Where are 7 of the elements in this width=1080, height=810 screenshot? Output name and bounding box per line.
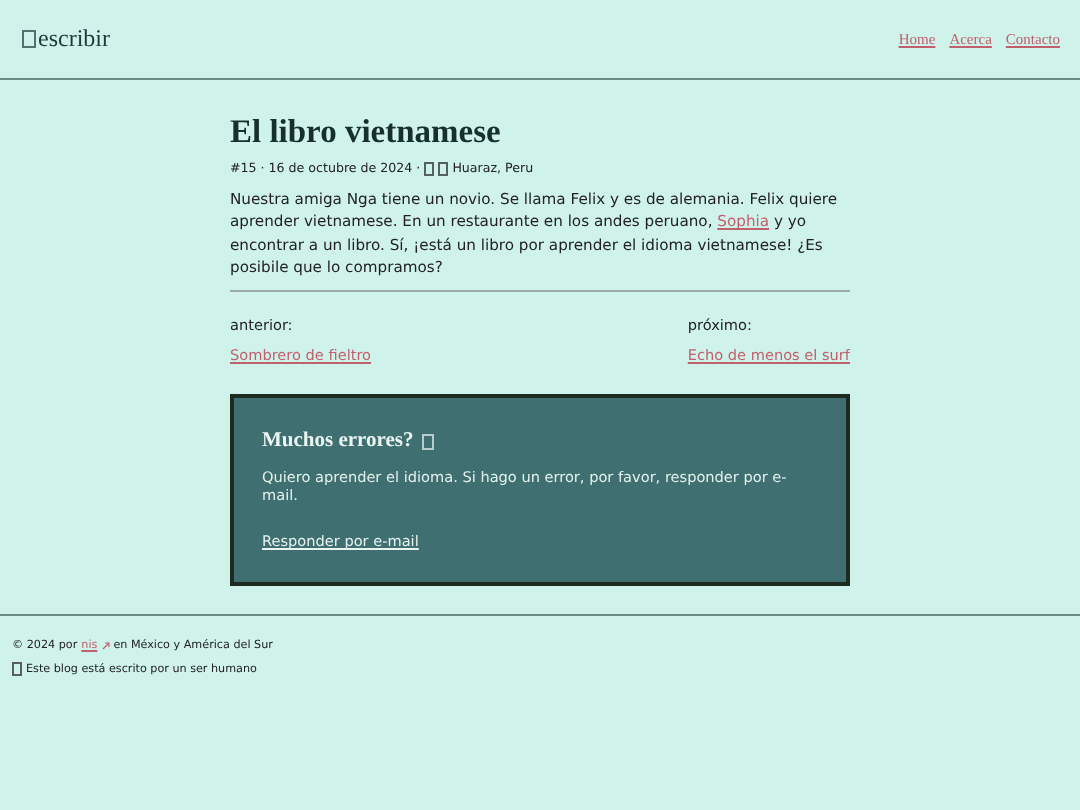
missing-glyph-icon (22, 30, 36, 48)
site-logo[interactable]: escribir (38, 24, 110, 54)
callout-title: Muchos errores? (262, 430, 414, 453)
missing-glyph-icon (12, 662, 22, 677)
missing-glyph-icon (421, 433, 434, 450)
post-title: El libro vietnamese (230, 112, 503, 152)
external-link-icon (101, 642, 110, 651)
